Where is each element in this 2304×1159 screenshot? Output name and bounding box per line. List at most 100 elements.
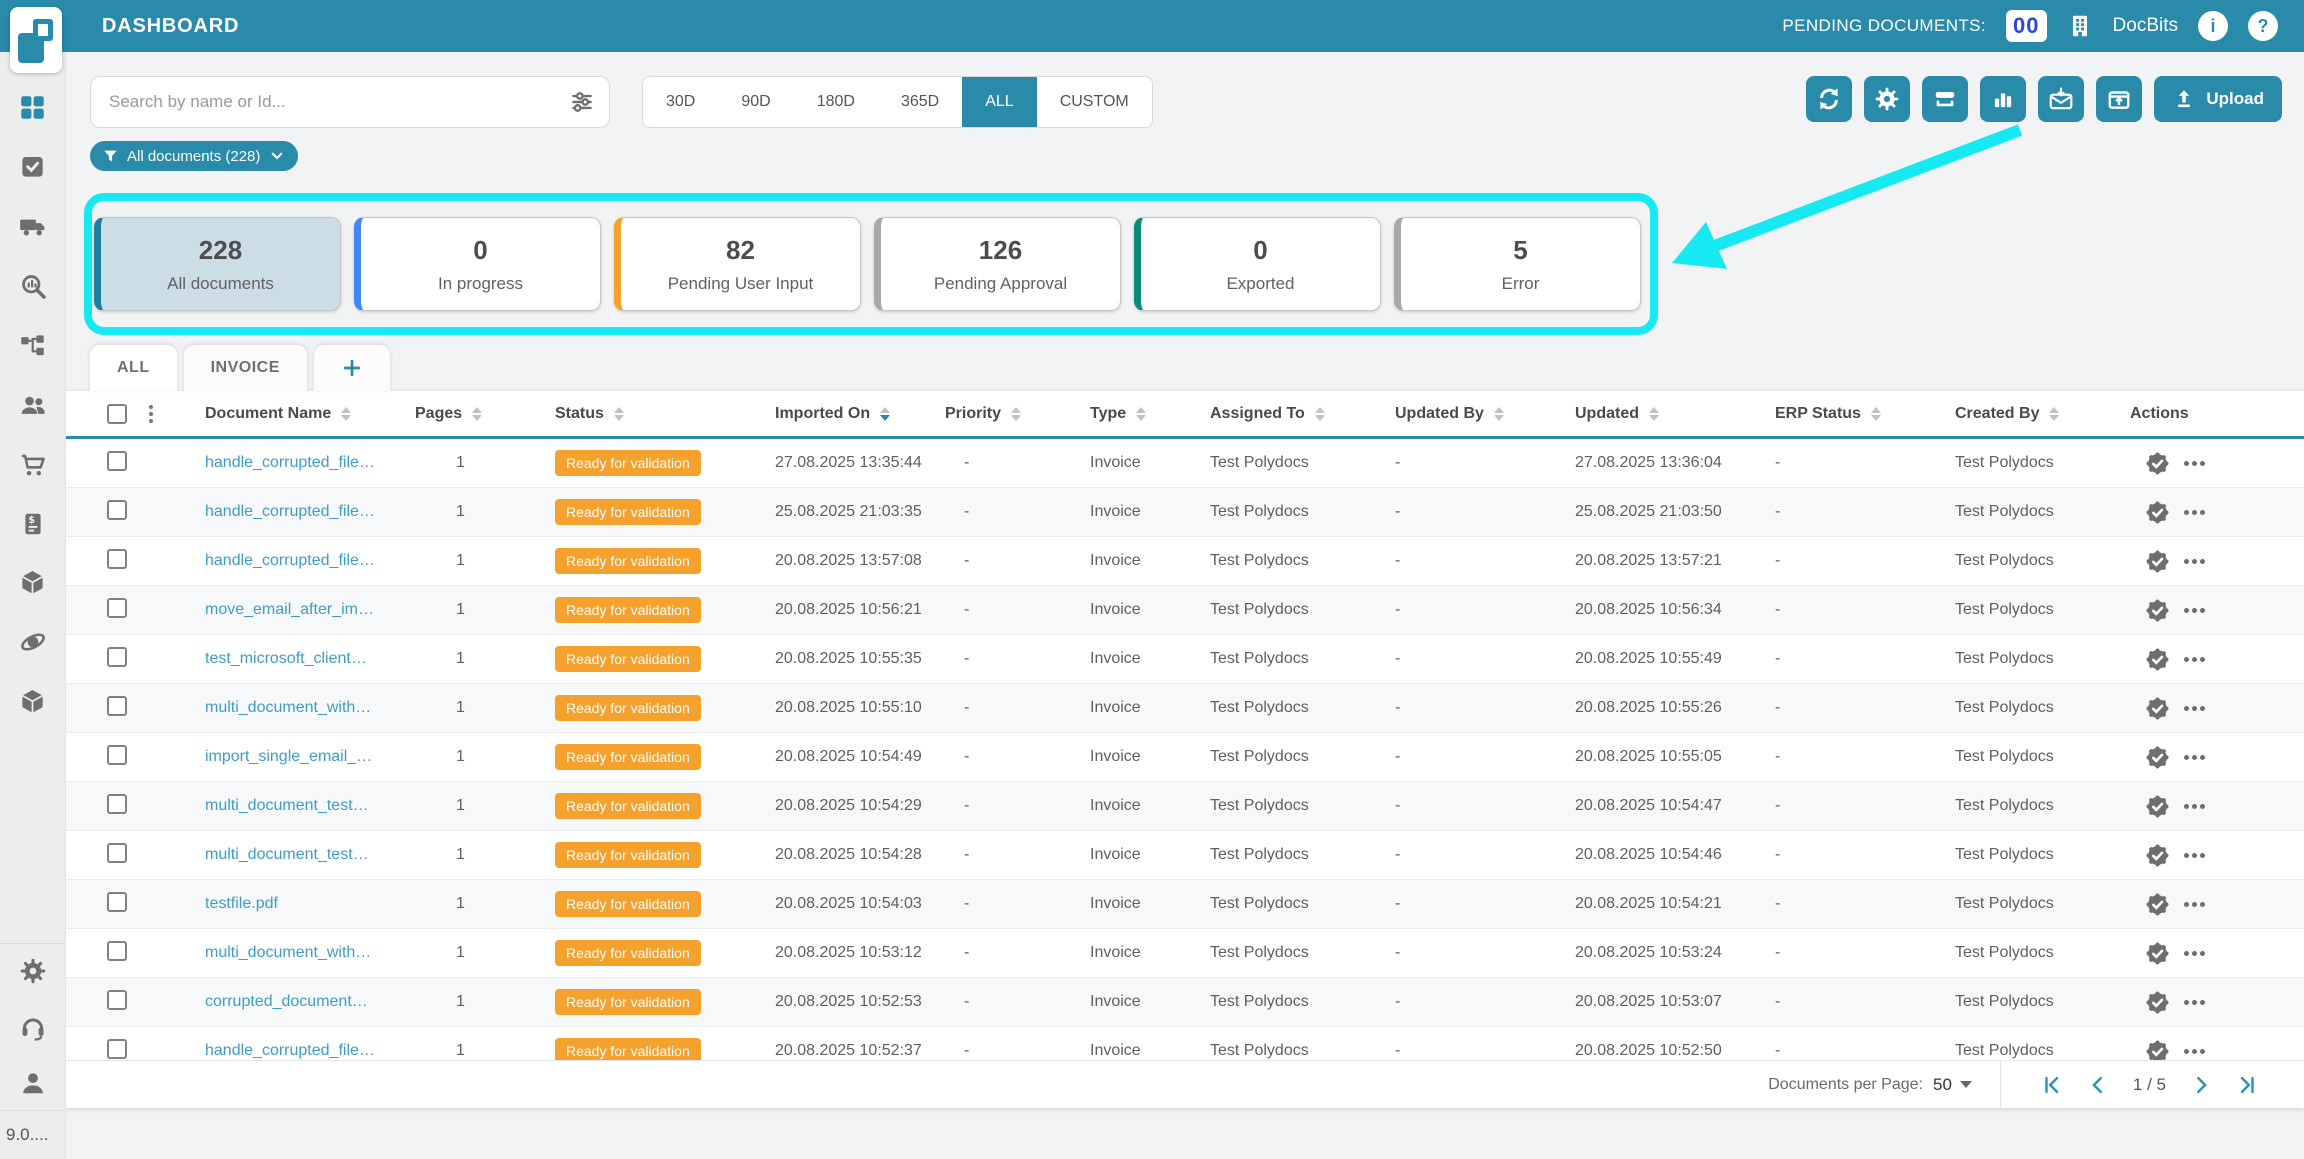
document-link[interactable]: corrupted_document… [205,993,368,1010]
column-header-pages[interactable]: Pages [400,405,540,423]
sort-arrows-icon[interactable] [880,407,890,421]
verified-badge-icon[interactable] [2145,696,2170,721]
sidebar-item-package2[interactable] [19,688,46,715]
row-checkbox[interactable] [107,451,127,471]
sidebar-item-dashboard[interactable] [19,94,46,121]
date-filter-all[interactable]: ALL [962,77,1036,127]
add-tab-button[interactable] [314,345,390,391]
more-actions-icon[interactable] [2184,1000,2205,1005]
more-actions-icon[interactable] [2184,510,2205,515]
document-link[interactable]: handle_corrupted_file… [205,454,375,471]
document-link[interactable]: multi_document_test… [205,797,369,814]
column-header-updated-by[interactable]: Updated By [1380,405,1560,423]
column-header-status[interactable]: Status [540,405,760,423]
row-checkbox[interactable] [107,696,127,716]
tune-filter-icon[interactable] [569,89,595,115]
row-checkbox[interactable] [107,990,127,1010]
verified-badge-icon[interactable] [2145,549,2170,574]
verified-badge-icon[interactable] [2145,500,2170,525]
verified-badge-icon[interactable] [2145,647,2170,672]
sidebar-item-tasks[interactable] [19,153,46,180]
upload-button[interactable]: Upload [2154,76,2282,122]
app-logo[interactable] [10,7,62,73]
next-page-button[interactable] [2190,1074,2212,1096]
date-filter-custom[interactable]: CUSTOM [1037,77,1152,127]
verified-badge-icon[interactable] [2145,794,2170,819]
document-link[interactable]: multi_document_with… [205,944,371,961]
verified-badge-icon[interactable] [2145,892,2170,917]
more-actions-icon[interactable] [2184,853,2205,858]
verified-badge-icon[interactable] [2145,598,2170,623]
column-header-document-name[interactable]: Document Name [190,405,400,423]
sort-arrows-icon[interactable] [1649,407,1659,421]
select-all-checkbox[interactable] [107,404,127,424]
more-actions-icon[interactable] [2184,461,2205,466]
column-header-imported-on[interactable]: Imported On [760,405,930,423]
status-card-error[interactable]: 5Error [1394,217,1641,311]
sidebar-item-gear[interactable] [19,957,47,985]
more-actions-icon[interactable] [2184,706,2205,711]
row-checkbox[interactable] [107,843,127,863]
sidebar-item-truck[interactable] [19,212,47,240]
sort-arrows-icon[interactable] [1494,407,1504,421]
sort-arrows-icon[interactable] [2049,407,2059,421]
verified-badge-icon[interactable] [2145,843,2170,868]
document-link[interactable]: testfile.pdf [205,895,278,912]
sidebar-item-integrations[interactable] [19,628,47,656]
status-card-in-progress[interactable]: 0In progress [354,217,601,311]
status-card-all-documents[interactable]: 228All documents [94,217,341,311]
more-actions-icon[interactable] [2184,951,2205,956]
verified-badge-icon[interactable] [2145,990,2170,1015]
sidebar-item-invoice[interactable]: $ [20,511,46,537]
column-header-priority[interactable]: Priority [930,405,1075,423]
row-checkbox[interactable] [107,647,127,667]
sync-button[interactable] [1806,76,1852,122]
row-checkbox[interactable] [107,1039,127,1059]
date-filter-30d[interactable]: 30D [643,77,718,127]
document-link[interactable]: handle_corrupted_file… [205,1042,375,1059]
previous-page-button[interactable] [2087,1074,2109,1096]
first-page-button[interactable] [2041,1074,2063,1096]
mail-import-button[interactable] [2038,76,2084,122]
search-input[interactable] [109,92,569,112]
column-header-assigned-to[interactable]: Assigned To [1195,405,1380,423]
verified-badge-icon[interactable] [2145,745,2170,770]
column-header-created-by[interactable]: Created By [1940,405,2115,423]
date-filter-365d[interactable]: 365D [878,77,962,127]
per-page-select[interactable]: 50 [1933,1075,1972,1095]
info-button[interactable]: i [2198,11,2228,41]
row-checkbox[interactable] [107,745,127,765]
sort-arrows-icon[interactable] [1011,407,1021,421]
date-filter-90d[interactable]: 90D [718,77,793,127]
document-link[interactable]: import_single_email_… [205,748,372,765]
bar-chart-button[interactable] [1980,76,2026,122]
row-checkbox[interactable] [107,794,127,814]
export-box-button[interactable] [2096,76,2142,122]
more-actions-icon[interactable] [2184,902,2205,907]
document-link[interactable]: multi_document_test… [205,846,369,863]
document-link[interactable]: multi_document_with… [205,699,371,716]
row-checkbox[interactable] [107,598,127,618]
row-checkbox[interactable] [107,549,127,569]
scanner-button[interactable] [1922,76,1968,122]
sort-arrows-icon[interactable] [1136,407,1146,421]
document-link[interactable]: handle_corrupted_file… [205,552,375,569]
last-page-button[interactable] [2236,1074,2258,1096]
document-link[interactable]: handle_corrupted_file… [205,503,375,520]
sort-arrows-icon[interactable] [341,407,351,421]
sort-arrows-icon[interactable] [1315,407,1325,421]
status-card-pending-approval[interactable]: 126Pending Approval [874,217,1121,311]
row-checkbox[interactable] [107,941,127,961]
column-header-type[interactable]: Type [1075,405,1195,423]
more-actions-icon[interactable] [2184,657,2205,662]
verified-badge-icon[interactable] [2145,941,2170,966]
more-actions-icon[interactable] [2184,755,2205,760]
kebab-menu-icon[interactable] [147,403,155,425]
verified-badge-icon[interactable] [2145,451,2170,476]
tab-invoice[interactable]: INVOICE [184,345,307,391]
settings-button[interactable] [1864,76,1910,122]
status-card-exported[interactable]: 0Exported [1134,217,1381,311]
more-actions-icon[interactable] [2184,804,2205,809]
sort-arrows-icon[interactable] [472,407,482,421]
help-button[interactable]: ? [2248,11,2278,41]
